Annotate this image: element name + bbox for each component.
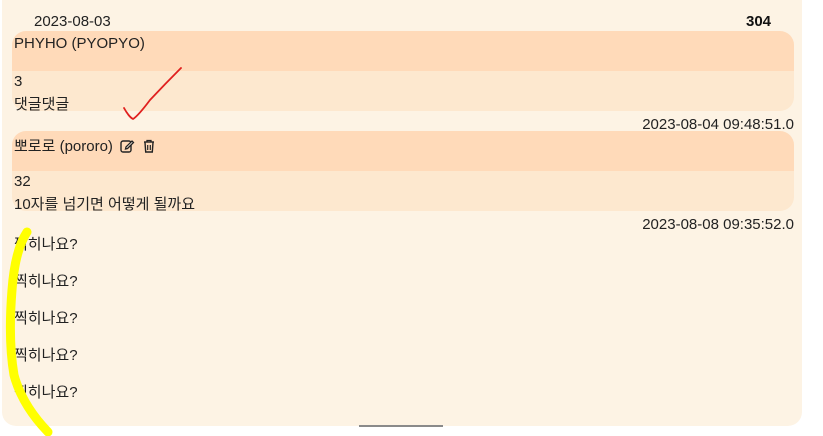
body-line: 찍히나요? [14, 273, 78, 290]
comment-author-name: PHYHO (PYOPYO) [14, 35, 145, 52]
body-line: 찍히나요? [14, 310, 78, 327]
body-line: 찍히나요? [14, 384, 78, 401]
edit-icon[interactable] [119, 138, 135, 154]
body-line: 찍히나요? [14, 236, 78, 253]
comment-likes: 32 [14, 173, 31, 190]
post-date: 2023-08-03 [34, 13, 111, 30]
comment-header: 뽀로로 (pororo) [12, 131, 794, 171]
comment-likes: 3 [14, 73, 23, 90]
comment-header: PHYHO (PYOPYO) [12, 31, 794, 71]
comment-author: 뽀로로 (pororo) [14, 135, 157, 156]
comment-body: 32 10자를 넘기면 어떻게 될까요 [12, 171, 794, 213]
comment-author: PHYHO (PYOPYO) [14, 35, 145, 52]
body-line: 찍히나요? [14, 347, 78, 364]
comment-text: 댓글댓글 [14, 96, 70, 113]
comment-panel: 2023-08-03 304 PHYHO (PYOPYO) 3 댓글댓글 202… [2, 0, 802, 426]
comment-body: 3 댓글댓글 [12, 71, 794, 113]
trash-icon[interactable] [141, 138, 157, 154]
comment-text: 10자를 넘기면 어떻게 될까요 [14, 196, 195, 213]
comment-author-name: 뽀로로 (pororo) [14, 138, 113, 155]
post-count: 304 [746, 13, 772, 30]
comment-timestamp: 2023-08-08 09:35:52.0 [642, 216, 794, 233]
scroll-indicator[interactable] [359, 425, 443, 427]
